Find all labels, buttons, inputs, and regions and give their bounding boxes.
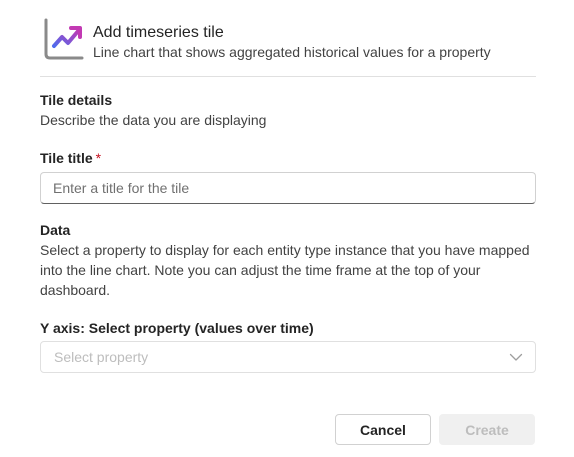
create-button[interactable]: Create: [439, 414, 535, 445]
tile-title-label-text: Tile title: [40, 150, 93, 166]
dropdown-placeholder: Select property: [54, 349, 149, 365]
tile-details-heading: Tile details: [40, 92, 113, 108]
dialog-title: Add timeseries tile: [93, 24, 224, 41]
chevron-down-icon: [509, 350, 523, 364]
tile-details-description: Describe the data you are displaying: [40, 112, 267, 128]
cancel-button[interactable]: Cancel: [335, 414, 431, 445]
add-timeseries-tile-dialog: Add timeseries tile Line chart that show…: [0, 0, 574, 457]
required-marker: *: [95, 150, 102, 166]
line-chart-trend-icon: [40, 16, 88, 62]
dialog-subtitle: Line chart that shows aggregated histori…: [93, 44, 491, 60]
tile-title-input[interactable]: [40, 172, 536, 204]
y-axis-property-dropdown[interactable]: Select property: [40, 341, 536, 373]
dialog-header: Add timeseries tile Line chart that show…: [40, 16, 536, 76]
data-heading: Data: [40, 222, 71, 238]
data-description: Select a property to display for each en…: [40, 242, 530, 298]
tile-title-label: Tile title *: [40, 150, 101, 166]
header-divider: [40, 76, 536, 77]
y-axis-property-label: Y axis: Select property (values over tim…: [40, 320, 314, 336]
